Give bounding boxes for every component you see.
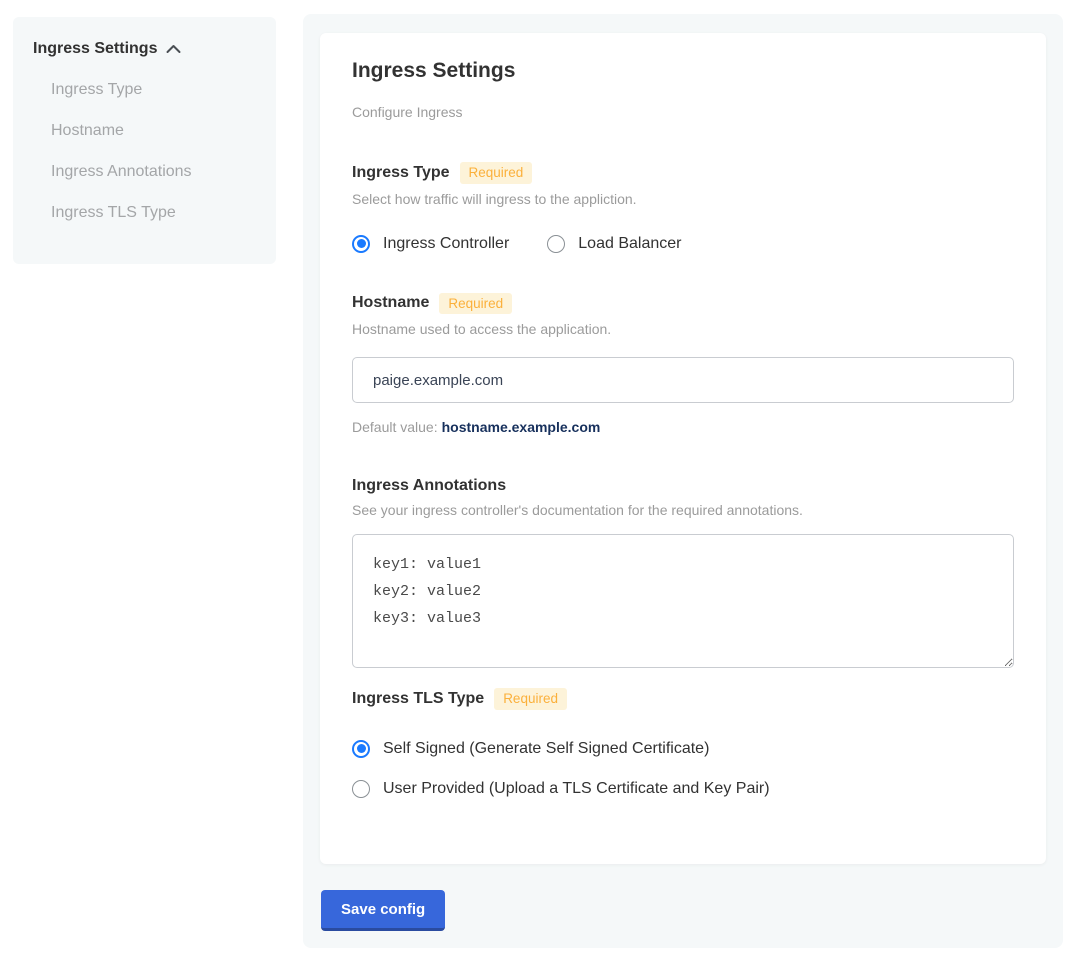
hostname-default-line: Default value:hostname.example.com (352, 419, 1014, 435)
ingress-type-radio-group: Ingress Controller Load Balancer (352, 235, 1014, 253)
config-card: Ingress Settings Configure Ingress Ingre… (320, 33, 1046, 864)
chevron-up-icon (166, 44, 181, 54)
radio-option-user-provided[interactable]: User Provided (Upload a TLS Certificate … (352, 780, 1014, 798)
hostname-default-label: Default value: (352, 419, 438, 435)
ingress-controller-radio-label: Ingress Controller (383, 235, 509, 253)
user-provided-radio[interactable] (352, 780, 370, 798)
radio-option-ingress-controller[interactable]: Ingress Controller (352, 235, 509, 253)
required-badge: Required (439, 293, 512, 315)
load-balancer-radio-label: Load Balancer (578, 235, 681, 253)
hostname-label: Hostname (352, 294, 429, 312)
hostname-input[interactable] (352, 357, 1014, 403)
group-ingress-type: Ingress Type Required Select how traffic… (352, 162, 1014, 253)
sidebar-group-ingress-settings[interactable]: Ingress Settings (33, 40, 256, 58)
sidebar-item-ingress-type[interactable]: Ingress Type (33, 81, 256, 99)
self-signed-radio-label: Self Signed (Generate Self Signed Certif… (383, 740, 709, 758)
user-provided-radio-label: User Provided (Upload a TLS Certificate … (383, 780, 770, 798)
save-config-button[interactable]: Save config (321, 890, 445, 931)
hostname-help: Hostname used to access the application. (352, 321, 1014, 337)
group-ingress-tls-type: Ingress TLS Type Required Self Signed (G… (352, 688, 1014, 798)
radio-option-load-balancer[interactable]: Load Balancer (547, 235, 681, 253)
required-badge: Required (494, 688, 567, 710)
sidebar-group-title: Ingress Settings (33, 40, 157, 58)
radio-option-self-signed[interactable]: Self Signed (Generate Self Signed Certif… (352, 740, 1014, 758)
ingress-type-label: Ingress Type (352, 164, 450, 182)
sidebar-item-ingress-annotations[interactable]: Ingress Annotations (33, 163, 256, 181)
group-ingress-annotations: Ingress Annotations See your ingress con… (352, 477, 1014, 668)
annotations-textarea[interactable]: key1: value1 key2: value2 key3: value3 (352, 534, 1014, 668)
ingress-controller-radio[interactable] (352, 235, 370, 253)
self-signed-radio[interactable] (352, 740, 370, 758)
group-hostname: Hostname Required Hostname used to acces… (352, 293, 1014, 436)
required-badge: Required (460, 162, 533, 184)
hostname-default-value: hostname.example.com (442, 419, 601, 435)
config-nav-sidebar: Ingress Settings Ingress Type Hostname I… (13, 17, 276, 264)
annotations-help: See your ingress controller's documentat… (352, 502, 1014, 518)
ingress-type-help: Select how traffic will ingress to the a… (352, 191, 1014, 207)
sidebar-item-ingress-tls-type[interactable]: Ingress TLS Type (33, 204, 256, 222)
page-title: Ingress Settings (352, 59, 1014, 83)
annotations-label: Ingress Annotations (352, 477, 506, 495)
tls-type-label: Ingress TLS Type (352, 690, 484, 708)
sidebar-items: Ingress Type Hostname Ingress Annotation… (33, 81, 256, 222)
page-subtitle: Configure Ingress (352, 104, 1014, 120)
config-panel: Ingress Settings Configure Ingress Ingre… (303, 14, 1063, 948)
load-balancer-radio[interactable] (547, 235, 565, 253)
sidebar-item-hostname[interactable]: Hostname (33, 122, 256, 140)
